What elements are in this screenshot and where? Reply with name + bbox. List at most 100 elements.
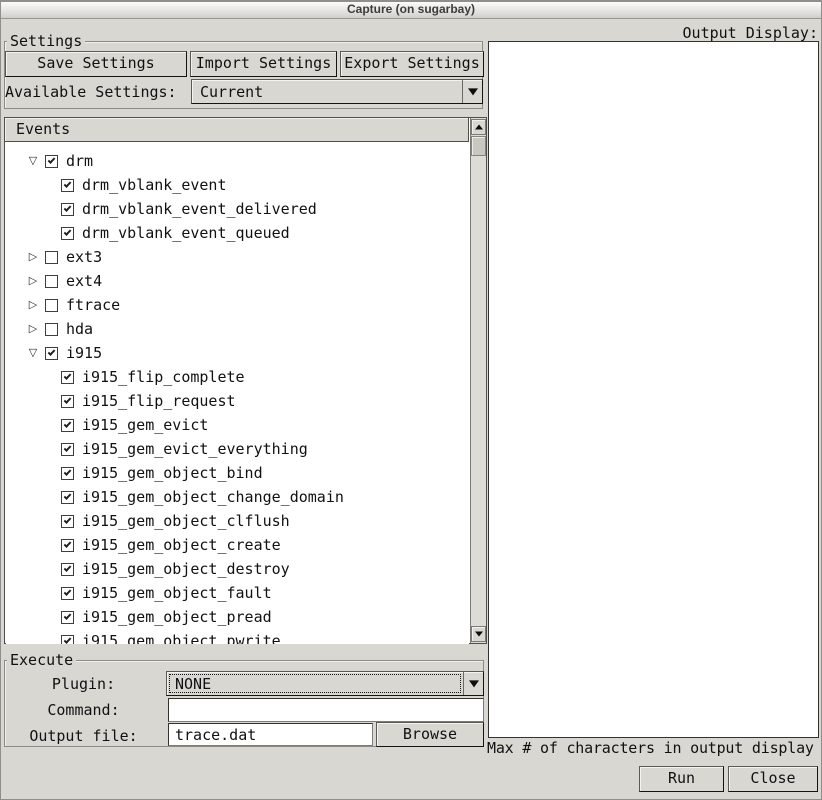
run-button[interactable]: Run [639,766,724,792]
checkmark-icon [48,348,56,356]
tree-row[interactable]: i915_gem_object_fault [6,581,469,605]
window-title: Capture (on sugarbay) [347,2,475,16]
output-file-input[interactable] [168,723,373,746]
tree-row[interactable]: i915_gem_evict_everything [6,437,469,461]
tree-row[interactable]: i915_gem_object_pwrite [6,629,469,644]
plugin-dropdown[interactable]: NONE [166,671,484,696]
event-label: i915_gem_object_clflush [82,512,290,530]
tree-row[interactable]: ▷ ext4 [6,269,469,293]
tree-row[interactable]: ▽ i915 [6,341,469,365]
event-label: drm_vblank_event [82,176,227,194]
tree-row[interactable]: i915_flip_complete [6,365,469,389]
expand-icon[interactable]: ▷ [26,250,40,264]
event-checkbox[interactable] [45,323,58,336]
dropdown-arrow-box[interactable] [462,80,482,103]
expand-icon[interactable]: ▷ [26,298,40,312]
expand-icon[interactable]: ▷ [26,322,40,336]
event-label: hda [66,320,93,338]
collapse-icon[interactable]: ▽ [26,154,40,168]
event-checkbox[interactable] [61,611,74,624]
event-checkbox[interactable] [45,299,58,312]
tree-row[interactable]: ▷ ext3 [6,245,469,269]
event-checkbox[interactable] [61,467,74,480]
checkmark-icon [64,228,72,236]
events-header-label: Events [16,120,70,138]
event-checkbox[interactable] [61,635,74,645]
available-settings-value: Current [200,84,263,100]
checkmark-icon [64,612,72,620]
output-display-label: Output Display: [488,25,818,41]
events-scrollbar[interactable] [470,118,486,643]
tree-row[interactable]: ▽drm [6,149,469,173]
event-label: ext4 [66,272,102,290]
event-checkbox[interactable] [61,587,74,600]
command-input[interactable] [168,698,484,722]
checkmark-icon [64,180,72,188]
title-bar[interactable]: Capture (on sugarbay) [1,1,821,19]
close-button[interactable]: Close [728,766,818,792]
output-display-area[interactable] [488,41,819,738]
event-checkbox[interactable] [61,491,74,504]
plugin-dropdown-arrow-box[interactable] [463,672,483,695]
settings-legend: Settings [7,33,85,49]
event-label: i915_flip_request [82,392,236,410]
tree-row[interactable]: i915_gem_object_bind [6,461,469,485]
scroll-up-icon [475,121,483,130]
event-checkbox[interactable] [61,515,74,528]
available-settings-dropdown[interactable]: Current [191,79,483,104]
collapse-icon[interactable]: ▽ [26,346,40,360]
plugin-label: Plugin: [11,676,156,692]
event-label: i915 [66,344,102,362]
scroll-down-button[interactable] [471,626,486,642]
event-checkbox[interactable] [61,395,74,408]
tree-row[interactable]: drm_vblank_event [6,173,469,197]
event-checkbox[interactable] [61,419,74,432]
event-checkbox[interactable] [45,155,58,168]
command-label: Command: [11,702,156,718]
plugin-value: NONE [175,676,211,692]
event-checkbox[interactable] [45,275,58,288]
event-checkbox[interactable] [61,443,74,456]
focus-outline [169,674,461,693]
save-settings-button[interactable]: Save Settings [5,51,187,77]
browse-button[interactable]: Browse [376,722,484,747]
event-checkbox[interactable] [45,347,58,360]
close-label: Close [750,767,795,790]
tree-row[interactable]: i915_gem_object_create [6,533,469,557]
event-checkbox[interactable] [61,179,74,192]
tree-row[interactable]: i915_gem_evict [6,413,469,437]
checkmark-icon [64,420,72,428]
import-settings-button[interactable]: Import Settings [190,51,337,77]
tree-row[interactable]: ▷ftrace [6,293,469,317]
event-label: drm_vblank_event_queued [82,224,290,242]
scroll-down-icon [475,632,483,641]
tree-row[interactable]: i915_gem_object_change_domain [6,485,469,509]
max-chars-label: Max # of characters in output display [487,740,814,756]
event-checkbox[interactable] [61,371,74,384]
event-checkbox[interactable] [61,539,74,552]
tree-row[interactable]: drm_vblank_event_delivered [6,197,469,221]
event-label: ext3 [66,248,102,266]
export-settings-button[interactable]: Export Settings [340,51,484,77]
tree-row[interactable]: drm_vblank_event_queued [6,221,469,245]
events-column-header[interactable]: Events [5,118,469,142]
scrollbar-thumb[interactable] [471,136,486,156]
event-label: i915_flip_complete [82,368,245,386]
events-tree: Events ▽drm drm_vblank_event drm_vblank_ev… [4,117,487,644]
event-checkbox[interactable] [61,227,74,240]
chevron-down-icon [468,88,478,100]
tree-row[interactable]: i915_gem_object_clflush [6,509,469,533]
event-checkbox[interactable] [45,251,58,264]
expand-icon[interactable]: ▷ [26,274,40,288]
event-label: i915_gem_evict [82,416,208,434]
tree-row[interactable]: ▷ hda [6,317,469,341]
tree-row[interactable]: i915_gem_object_pread [6,605,469,629]
event-checkbox[interactable] [61,203,74,216]
event-checkbox[interactable] [61,563,74,576]
available-settings-label: Available Settings: [5,84,177,100]
scroll-up-button[interactable] [471,119,486,135]
checkmark-icon [64,492,72,500]
event-label: i915_gem_object_create [82,536,281,554]
tree-row[interactable]: i915_flip_request [6,389,469,413]
tree-row[interactable]: i915_gem_object_destroy [6,557,469,581]
